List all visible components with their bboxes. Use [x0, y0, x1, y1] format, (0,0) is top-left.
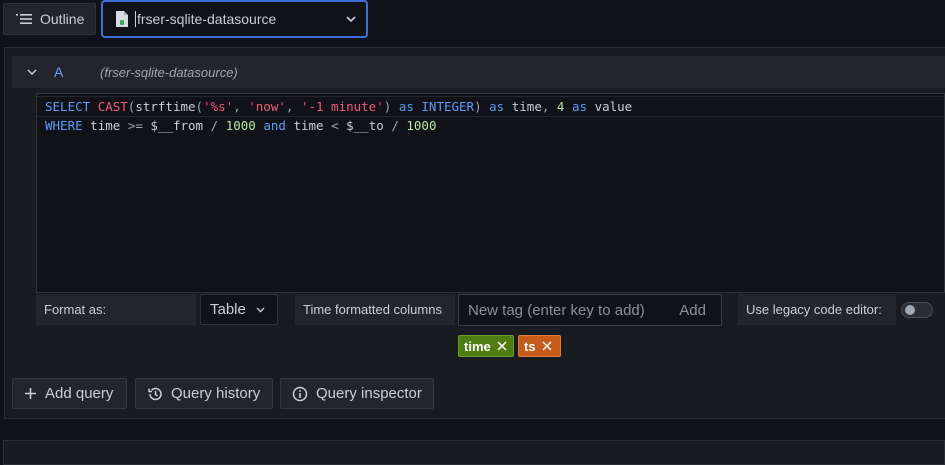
tag-chip[interactable]: ts — [518, 335, 561, 357]
tag-chip-label: time — [464, 338, 491, 354]
tag-add-button[interactable]: Add — [679, 302, 706, 319]
legacy-editor-label: Use legacy code editor: — [738, 294, 896, 325]
tag-chip[interactable]: time — [458, 335, 514, 357]
query-history-button[interactable]: Query history — [135, 378, 273, 409]
code-operator-token: >= — [127, 118, 143, 133]
secondary-panel — [3, 440, 945, 465]
code-keyword-token: as — [398, 99, 414, 114]
list-icon — [16, 13, 32, 25]
code-operator-token: , — [233, 99, 241, 114]
plus-icon — [24, 387, 37, 400]
sql-code-editor[interactable]: SELECT CAST(strftime('%s', 'now', '-1 mi… — [36, 93, 945, 293]
code-line: WHERE time >= $__from / 1000 and time < … — [45, 116, 436, 135]
code-identifier-token: time — [90, 118, 121, 133]
outline-button[interactable]: Outline — [3, 3, 96, 35]
code-identifier-token: time — [293, 118, 324, 133]
add-query-label: Add query — [45, 385, 114, 402]
code-operator-token: / — [391, 118, 399, 133]
datasource-value: frser-sqlite-datasource — [137, 11, 277, 27]
close-icon[interactable] — [497, 341, 507, 351]
chevron-down-icon — [346, 15, 356, 23]
code-keyword-token: SELECT — [45, 99, 91, 114]
code-keyword-token: as — [489, 99, 505, 114]
query-history-label: Query history — [171, 385, 261, 402]
chevron-down-icon[interactable] — [22, 68, 42, 76]
code-operator-token: < — [331, 118, 339, 133]
code-keyword-token: INTEGER — [421, 99, 475, 114]
code-string-token: 'now' — [248, 99, 286, 114]
query-row-header[interactable]: A (frser-sqlite-datasource) — [12, 56, 945, 88]
code-macro-token: $__from — [150, 118, 204, 133]
code-number-token: 1000 — [225, 118, 256, 133]
history-icon — [147, 386, 163, 402]
query-datasource-label: (frser-sqlite-datasource) — [100, 64, 238, 80]
format-select-value: Table — [210, 301, 246, 318]
code-line: SELECT CAST(strftime('%s', 'now', '-1 mi… — [45, 97, 632, 116]
code-operator-token: ) — [474, 99, 482, 114]
text-cursor — [135, 11, 136, 27]
code-operator-token: ( — [195, 99, 204, 114]
chevron-down-icon — [256, 307, 265, 313]
outline-label: Outline — [40, 11, 85, 27]
toggle-knob — [905, 305, 915, 315]
legacy-editor-toggle[interactable] — [901, 302, 933, 318]
code-keyword-token: WHERE — [45, 118, 83, 133]
query-ref-id[interactable]: A — [54, 64, 68, 80]
close-icon[interactable] — [542, 341, 552, 351]
format-select[interactable]: Table — [200, 294, 278, 325]
datasource-file-icon — [115, 10, 129, 28]
code-keyword-token: and — [263, 118, 286, 133]
format-as-label: Format as: — [36, 294, 196, 325]
code-number-token: 1000 — [406, 118, 437, 133]
info-circle-icon — [292, 386, 308, 402]
time-formatted-columns-label: Time formatted columns — [295, 294, 455, 325]
add-query-button[interactable]: Add query — [12, 378, 127, 409]
tag-input-placeholder: New tag (enter key to add) — [468, 301, 645, 319]
tag-chip-label: ts — [524, 338, 536, 354]
code-macro-token: $__to — [346, 118, 384, 133]
code-identifier-token: value — [594, 99, 633, 114]
datasource-picker[interactable]: frser-sqlite-datasource — [101, 0, 368, 38]
query-inspector-button[interactable]: Query inspector — [280, 378, 434, 409]
code-identifier-token: strftime — [135, 99, 196, 114]
tag-input[interactable]: New tag (enter key to add) Add — [458, 294, 722, 326]
code-function-token: CAST — [97, 99, 128, 114]
code-keyword-token: as — [571, 99, 588, 114]
code-identifier-token: time — [511, 99, 542, 114]
query-inspector-label: Query inspector — [316, 385, 422, 402]
code-string-token: '-1 minute' — [300, 99, 384, 114]
code-string-token: '%s' — [203, 99, 234, 114]
